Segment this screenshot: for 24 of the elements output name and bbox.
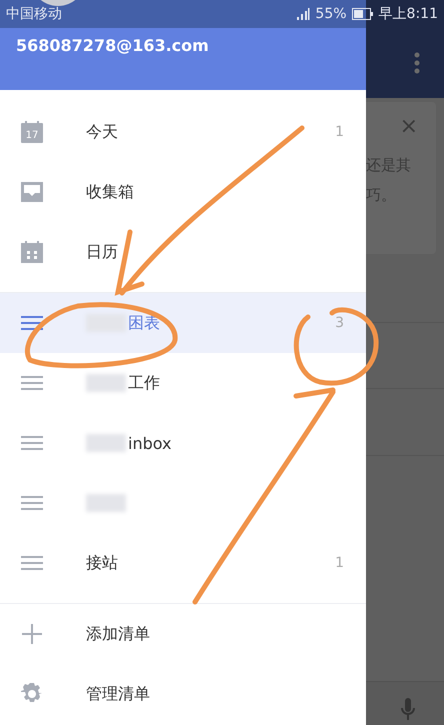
list-item[interactable]: 工作 xyxy=(0,353,366,413)
item-count: 1 xyxy=(335,124,344,140)
nav-item[interactable]: 17 今天 1 xyxy=(0,102,366,162)
drawer-action[interactable]: 管理清单 xyxy=(0,664,366,724)
plus-icon xyxy=(20,622,44,646)
nav-item[interactable]: 收集箱 xyxy=(0,162,366,222)
signal-icon xyxy=(296,7,310,21)
list-item[interactable]: 接站 1 xyxy=(0,533,366,593)
account-email: 568087278@163.com xyxy=(16,36,210,55)
more-icon[interactable] xyxy=(414,52,420,74)
battery-icon xyxy=(352,8,374,20)
drawer-action[interactable]: 添加清单 xyxy=(0,604,366,664)
calendar-icon xyxy=(20,240,44,264)
microphone-icon[interactable] xyxy=(400,698,416,720)
nav-item[interactable]: 日历 xyxy=(0,222,366,282)
calendar-day-icon: 17 xyxy=(20,120,44,144)
clock: 早上8:11 xyxy=(378,5,438,23)
carrier-name: 中国移动 xyxy=(6,5,62,23)
list-item[interactable]: inbox xyxy=(0,413,366,473)
item-count: 1 xyxy=(335,555,344,571)
inbox-icon xyxy=(20,180,44,204)
list-item[interactable]: 困表 3 xyxy=(0,293,366,353)
battery-percent: 55% xyxy=(315,6,347,22)
item-count: 3 xyxy=(335,315,344,331)
